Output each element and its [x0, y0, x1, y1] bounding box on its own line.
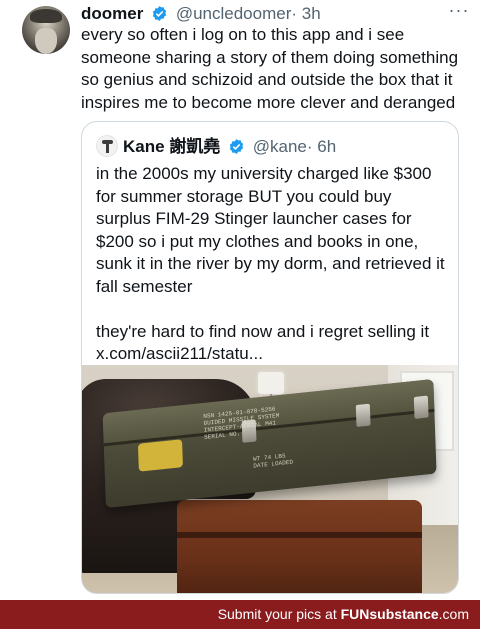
tweet-text: every so often i log on to this app and … — [81, 25, 459, 112]
quote-author-handle[interactable]: @kane — [253, 137, 307, 156]
footer-brand: FUNsubstance — [340, 606, 439, 622]
avatar[interactable] — [22, 6, 70, 54]
quote-time[interactable]: · 6h — [307, 137, 336, 156]
photo-trunk — [177, 500, 422, 593]
quote-avatar[interactable] — [96, 135, 118, 157]
quote-photo[interactable]: NSN 1425-01-078-5256 GUIDED MISSILE SYST… — [82, 365, 458, 593]
verified-badge-icon — [152, 6, 167, 21]
avatar-hat — [30, 9, 62, 23]
more-dots-icon[interactable]: ··· — [447, 1, 471, 24]
quoted-tweet[interactable]: Kane 謝凱堯 @kane· 6h in the 2000s my unive… — [81, 121, 459, 594]
quote-author-name[interactable]: Kane 謝凱堯 — [123, 137, 220, 156]
case-yellow-tag — [137, 439, 183, 472]
quote-text: in the 2000s my university charged like … — [96, 164, 445, 363]
case-stencil-weight: WT 74 LBS DATE LOADED — [252, 452, 294, 470]
case-latch — [355, 403, 371, 427]
tweet-time[interactable]: · 3h — [291, 4, 320, 23]
footer-suffix: .com — [438, 606, 469, 622]
avatar-beard — [35, 28, 57, 54]
verified-badge-icon — [229, 139, 244, 154]
footer-prefix: Submit your pics at — [217, 606, 341, 622]
photo-lamp — [258, 372, 284, 394]
watermark-footer: Submit your pics at FUNsubstance.com — [0, 600, 480, 629]
case-latch — [413, 395, 429, 419]
tweet-header: doomer @uncledoomer· 3h — [81, 4, 321, 24]
author-name[interactable]: doomer — [81, 4, 143, 23]
tweet: doomer @uncledoomer· 3h ··· every so oft… — [0, 0, 480, 600]
trunk-band — [177, 532, 422, 538]
author-handle[interactable]: @uncledoomer — [176, 4, 292, 23]
quote-header: Kane 謝凱堯 @kane· 6h — [96, 135, 336, 157]
